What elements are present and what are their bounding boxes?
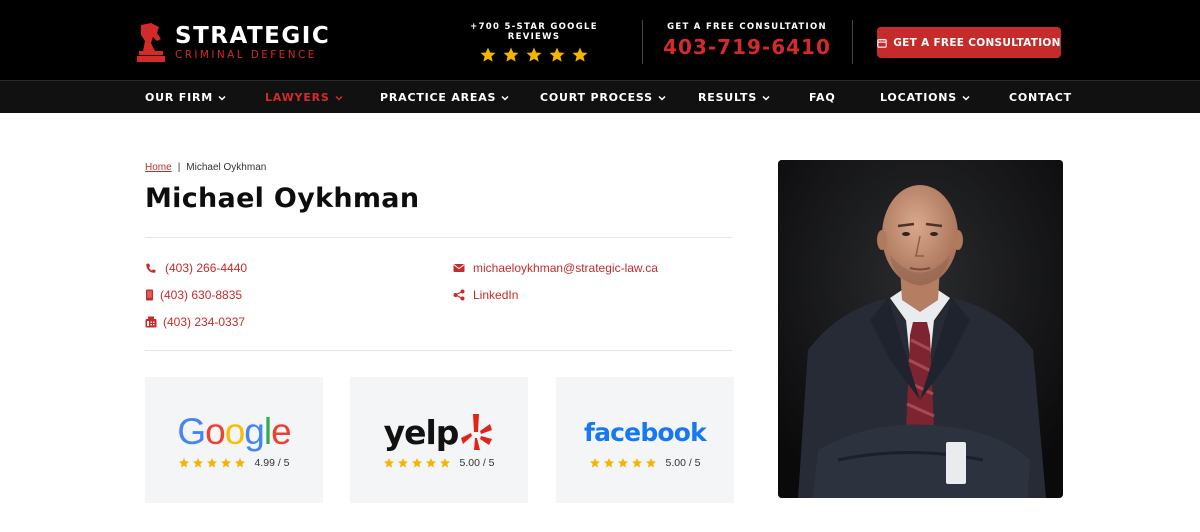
mobile-icon (146, 289, 153, 301)
fax-number: (403) 234-0337 (163, 315, 246, 329)
phone-icon (146, 263, 156, 273)
divider (145, 350, 732, 351)
free-consultation-button[interactable]: GET A FREE CONSULTATION (877, 27, 1061, 58)
star-icon (549, 47, 565, 62)
cta-label: GET A FREE CONSULTATION (893, 36, 1061, 49)
header-divider (852, 20, 853, 64)
mobile-number: (403) 630-8835 (160, 288, 243, 302)
mobile-link[interactable]: (403) 630-8835 (145, 288, 242, 302)
star-icon (503, 47, 519, 62)
star-icon (207, 458, 218, 468)
nav-label: OUR FIRM (145, 91, 214, 104)
share-icon (453, 289, 465, 301)
star-icon (193, 458, 204, 468)
rating-value: 5.00 / 5 (459, 457, 495, 469)
reviews-label: +700 5-STAR GOOGLE REVIEWS (470, 22, 598, 42)
google-review-card[interactable]: Google 4.99 / 5 (145, 377, 323, 503)
nav-label: RESULTS (698, 91, 758, 104)
header-divider (642, 20, 643, 64)
yelp-rating: 5.00 / 5 (350, 457, 528, 469)
star-icon (590, 458, 601, 468)
star-icon (412, 458, 423, 468)
star-icon (179, 458, 190, 468)
phone-link[interactable]: (403) 266-4440 (145, 261, 247, 275)
nav-label: COURT PROCESS (540, 91, 653, 104)
chevron-down-icon (335, 95, 343, 101)
google-reviews-badge[interactable]: +700 5-STAR GOOGLE REVIEWS (448, 22, 620, 64)
star-icon (440, 458, 451, 468)
chevron-down-icon (962, 95, 970, 101)
consult-label: GET A FREE CONSULTATION (667, 22, 827, 32)
email-address: michaeloykhman@strategic-law.ca (473, 261, 658, 275)
yelp-logo: yelp (350, 411, 528, 453)
nav-item-results[interactable]: RESULTS (698, 91, 770, 104)
linkedin-link[interactable]: LinkedIn (453, 288, 518, 302)
nav-item-lawyers[interactable]: LAWYERS (265, 91, 343, 104)
nav-label: LAWYERS (265, 91, 330, 104)
nav-label: CONTACT (1009, 91, 1072, 104)
google-logo: Google (177, 411, 291, 452)
facebook-wordmark: facebook (584, 417, 707, 447)
nav-item-our-firm[interactable]: OUR FIRM (145, 91, 226, 104)
breadcrumb-current: Michael Oykhman (186, 162, 267, 173)
phone-number: (403) 266-4440 (165, 261, 248, 275)
linkedin-label: LinkedIn (473, 288, 519, 302)
star-icon (526, 47, 542, 62)
star-icon (632, 458, 643, 468)
chevron-down-icon (762, 95, 770, 101)
star-icon (235, 458, 246, 468)
rating-value: 5.00 / 5 (665, 457, 701, 469)
nav-label: FAQ (809, 91, 836, 104)
yelp-wordmark: yelp (383, 412, 460, 452)
nav-item-locations[interactable]: LOCATIONS (880, 91, 970, 104)
breadcrumb-home-link[interactable]: Home (145, 162, 172, 173)
star-icon (426, 458, 437, 468)
chevron-down-icon (218, 95, 226, 101)
main-nav: OUR FIRM LAWYERS PRACTICE AREAS COURT PR… (0, 80, 1200, 113)
divider (145, 237, 732, 238)
star-icon (384, 458, 395, 468)
logo-title: STRATEGIC (175, 22, 331, 49)
chevron-down-icon (658, 95, 666, 101)
logo-subtitle: CRIMINAL DEFENCE (175, 48, 317, 61)
nav-label: LOCATIONS (880, 91, 957, 104)
star-icon (618, 458, 629, 468)
yelp-review-card[interactable]: yelp 5.00 / 5 (350, 377, 528, 503)
site-logo[interactable]: STRATEGIC CRIMINAL DEFENCE (135, 20, 335, 64)
star-icon (398, 458, 409, 468)
facebook-review-card[interactable]: facebook 5.00 / 5 (556, 377, 734, 503)
nav-item-contact[interactable]: CONTACT (1009, 91, 1072, 104)
consultation-phone-block[interactable]: GET A FREE CONSULTATION 403-719-6410 (662, 22, 832, 59)
breadcrumb: Home | Michael Oykhman (145, 162, 266, 173)
consult-phone[interactable]: 403-719-6410 (662, 35, 832, 59)
star-icon (646, 458, 657, 468)
fax-icon (145, 316, 157, 328)
email-link[interactable]: michaeloykhman@strategic-law.ca (453, 261, 658, 275)
header-stars (448, 46, 620, 64)
email-icon (453, 264, 465, 272)
chess-knight-logo-icon (137, 23, 165, 62)
top-header: STRATEGIC CRIMINAL DEFENCE +700 5-STAR G… (0, 0, 1200, 80)
nav-item-court-process[interactable]: COURT PROCESS (540, 91, 666, 104)
rating-value: 4.99 / 5 (254, 457, 290, 469)
calendar-icon (877, 38, 887, 48)
star-icon (604, 458, 615, 468)
star-icon (572, 47, 588, 62)
lawyer-portrait (778, 160, 1063, 498)
star-icon (480, 47, 496, 62)
page-title: Michael Oykhman (145, 183, 420, 214)
facebook-logo: facebook (556, 411, 734, 453)
breadcrumb-separator: | (177, 162, 181, 173)
fax-link[interactable]: (403) 234-0337 (145, 315, 245, 329)
nav-label: PRACTICE AREAS (380, 91, 497, 104)
star-icon (221, 458, 232, 468)
nav-item-faq[interactable]: FAQ (809, 91, 836, 104)
nav-item-practice-areas[interactable]: PRACTICE AREAS (380, 91, 509, 104)
google-rating: 4.99 / 5 (145, 457, 323, 469)
portrait-illustration (778, 160, 1063, 498)
facebook-rating: 5.00 / 5 (556, 457, 734, 469)
yelp-burst-icon (461, 414, 493, 450)
chevron-down-icon (501, 95, 509, 101)
